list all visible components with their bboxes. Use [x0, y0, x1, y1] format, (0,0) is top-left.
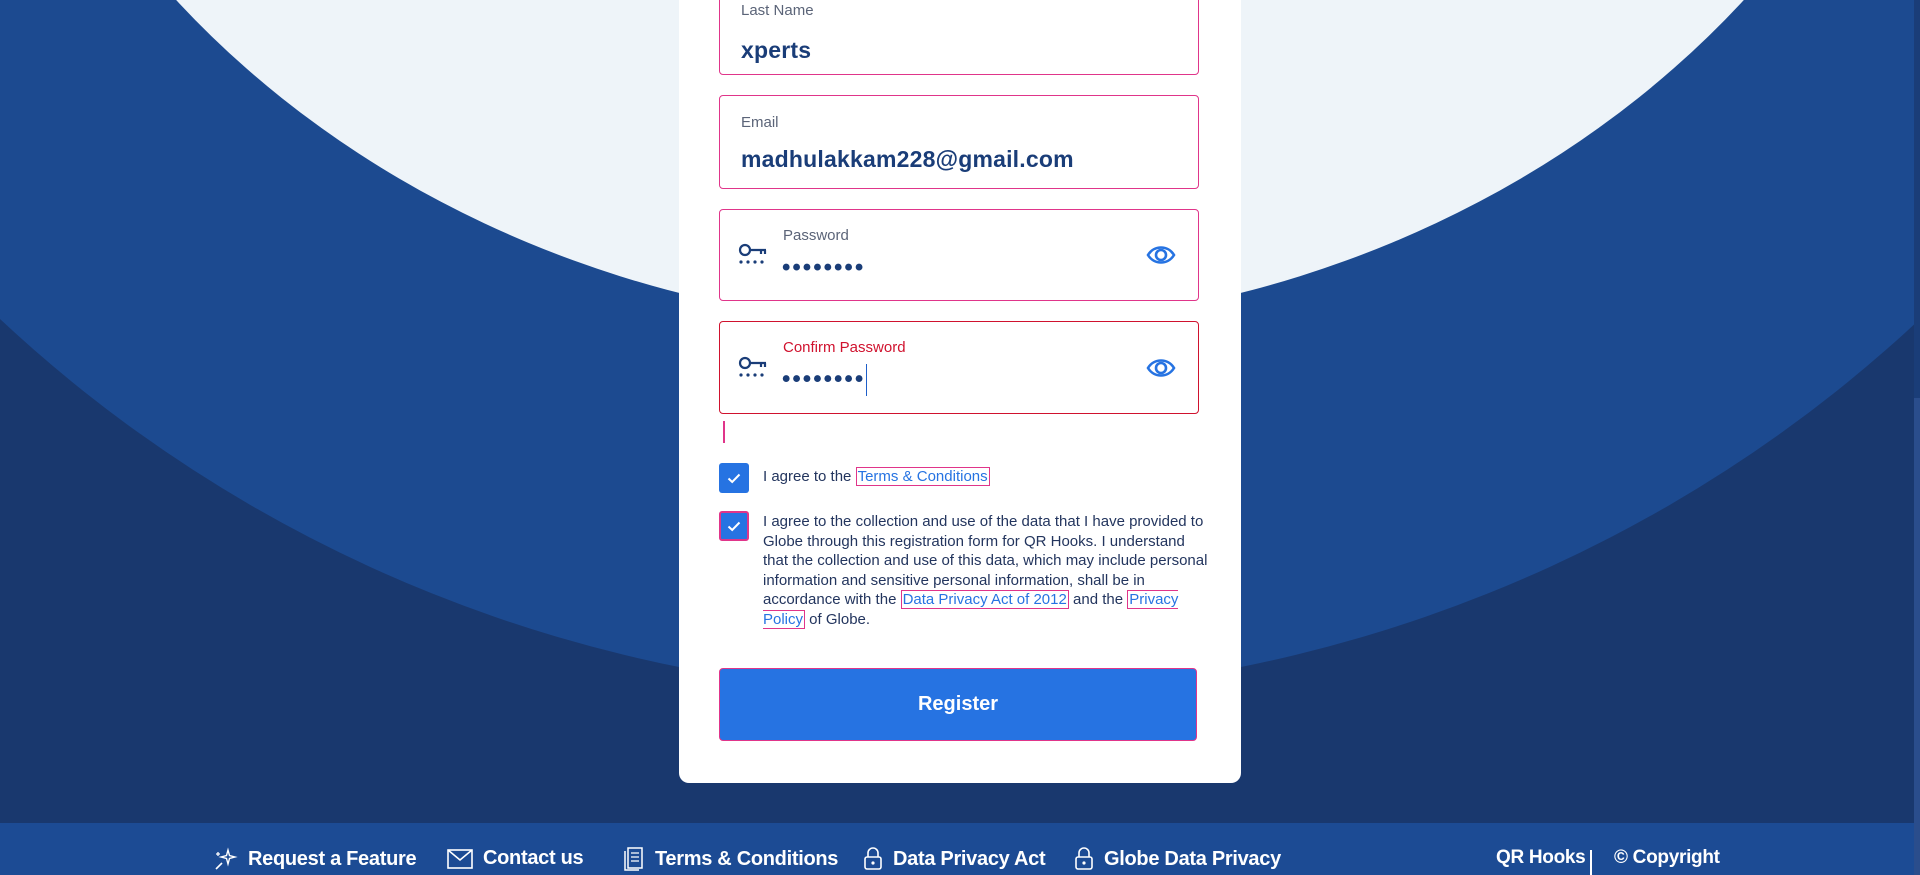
- page-scrollbar[interactable]: [1914, 0, 1920, 875]
- sparkle-icon: [215, 847, 238, 870]
- password-value: ••••••••: [782, 254, 866, 281]
- confirm-password-value: ••••••••: [782, 365, 866, 393]
- registration-card: Last Name xperts Email madhulakkam228@gm…: [679, 0, 1241, 783]
- email-value: madhulakkam228@gmail.com: [741, 146, 1074, 172]
- key-icon: [738, 356, 767, 377]
- register-button[interactable]: Register: [719, 668, 1197, 741]
- footer-contact-link[interactable]: Contact us: [447, 847, 584, 870]
- last-name-field[interactable]: Last Name xperts: [719, 0, 1199, 75]
- data-consent-checkbox[interactable]: [719, 511, 749, 541]
- footer-link-label: Globe Data Privacy: [1104, 847, 1281, 870]
- confirm-password-field[interactable]: Confirm Password ••••••••: [719, 321, 1199, 414]
- footer-link-label: Terms & Conditions: [655, 847, 839, 870]
- scrollbar-thumb[interactable]: [1914, 398, 1920, 875]
- password-field[interactable]: Password ••••••••: [719, 209, 1199, 301]
- envelope-icon: [447, 848, 473, 869]
- checkmark-icon: [727, 521, 741, 531]
- confirm-password-label: Confirm Password: [783, 339, 906, 356]
- eye-icon[interactable]: [1146, 244, 1176, 266]
- checkmark-icon: [727, 473, 741, 483]
- lock-icon: [1075, 847, 1093, 870]
- footer-link-label: Data Privacy Act: [893, 847, 1046, 870]
- footer-divider: [1590, 850, 1592, 875]
- terms-checkbox[interactable]: [719, 463, 749, 493]
- data-consent-text: I agree to the collection and use of the…: [763, 512, 1211, 630]
- footer-link-label: Contact us: [483, 847, 584, 869]
- key-icon: [738, 243, 767, 264]
- footer-request-feature-link[interactable]: Request a Feature: [214, 847, 417, 871]
- footer-data-privacy-act-link[interactable]: Data Privacy Act: [863, 847, 1046, 871]
- email-label: Email: [741, 114, 779, 131]
- footer-copyright: © Copyright: [1614, 847, 1720, 868]
- confirm-password-input[interactable]: ••••••••: [782, 364, 868, 396]
- data-consent-end: of Globe.: [805, 610, 871, 628]
- terms-consent-prefix: I agree to the: [763, 468, 856, 485]
- terms-consent-text: I agree to the Terms & Conditions: [763, 467, 1211, 487]
- terms-conditions-link[interactable]: Terms & Conditions: [855, 467, 990, 486]
- email-field[interactable]: Email madhulakkam228@gmail.com: [719, 95, 1199, 189]
- last-name-label: Last Name: [741, 2, 814, 19]
- footer-link-label: Request a Feature: [248, 847, 417, 870]
- lock-icon: [864, 847, 882, 870]
- footer-globe-data-privacy-link[interactable]: Globe Data Privacy: [1074, 847, 1281, 871]
- footer-terms-link[interactable]: Terms & Conditions: [623, 847, 838, 871]
- password-label: Password: [783, 227, 849, 244]
- data-consent-middle: and the: [1068, 591, 1128, 609]
- document-icon: [624, 847, 643, 871]
- footer-brand: QR Hooks: [1496, 847, 1586, 868]
- data-privacy-act-link[interactable]: Data Privacy Act of 2012: [900, 590, 1069, 610]
- eye-icon[interactable]: [1146, 357, 1176, 379]
- last-name-value: xperts: [741, 37, 812, 63]
- site-footer: Request a Feature Contact us Terms & Con…: [0, 823, 1914, 875]
- focus-indicator: [723, 421, 725, 443]
- text-caret: [866, 364, 868, 396]
